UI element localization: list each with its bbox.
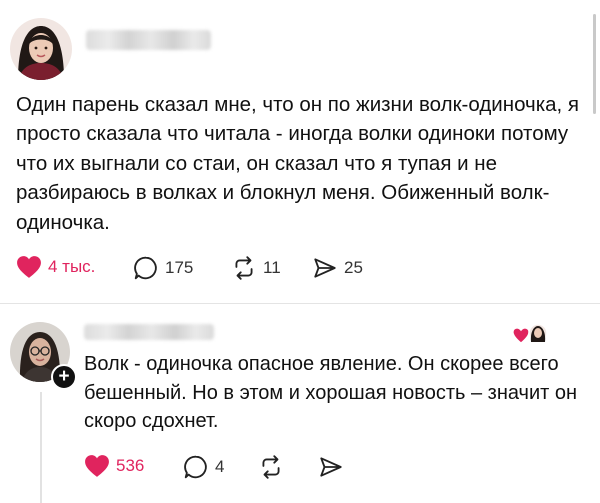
repost-icon xyxy=(235,256,253,280)
thread-line xyxy=(40,392,42,503)
follow-plus-icon[interactable]: + xyxy=(51,364,77,390)
heart-icon xyxy=(17,256,41,278)
reply-text: Волк - одиночка опасное явление. Он скор… xyxy=(84,353,578,432)
comment-button[interactable]: 175 xyxy=(133,255,193,281)
author-name-blurred[interactable] xyxy=(86,30,211,50)
repost-icon xyxy=(262,455,280,479)
reply-comment-count: 4 xyxy=(215,457,225,476)
share-count: 25 xyxy=(344,258,363,277)
share-button[interactable]: 25 xyxy=(312,255,363,281)
share-icon xyxy=(314,258,336,278)
reply-repost-button[interactable] xyxy=(258,454,284,480)
repost-button[interactable]: 11 xyxy=(231,255,281,281)
share-icon xyxy=(320,457,342,477)
scrollbar[interactable] xyxy=(593,14,596,114)
reply-share-button[interactable] xyxy=(318,454,344,480)
liked-by-author-icon xyxy=(511,322,551,346)
divider xyxy=(0,303,600,304)
repost-count: 11 xyxy=(263,258,281,277)
like-count: 4 тыс. xyxy=(48,257,96,276)
comment-count: 175 xyxy=(165,258,194,277)
reply-like-button[interactable]: 536 xyxy=(84,454,144,478)
author-avatar[interactable] xyxy=(10,18,72,80)
heart-icon xyxy=(85,455,109,477)
comment-icon xyxy=(134,256,157,280)
reply-like-count: 536 xyxy=(116,456,145,475)
comment-icon xyxy=(184,455,207,479)
reply-author-name-blurred[interactable] xyxy=(84,324,214,340)
like-button[interactable]: 4 тыс. xyxy=(16,255,95,279)
reply-comment-button[interactable]: 4 xyxy=(183,454,224,480)
post-text: Один парень сказал мне, что он по жизни … xyxy=(16,93,580,234)
